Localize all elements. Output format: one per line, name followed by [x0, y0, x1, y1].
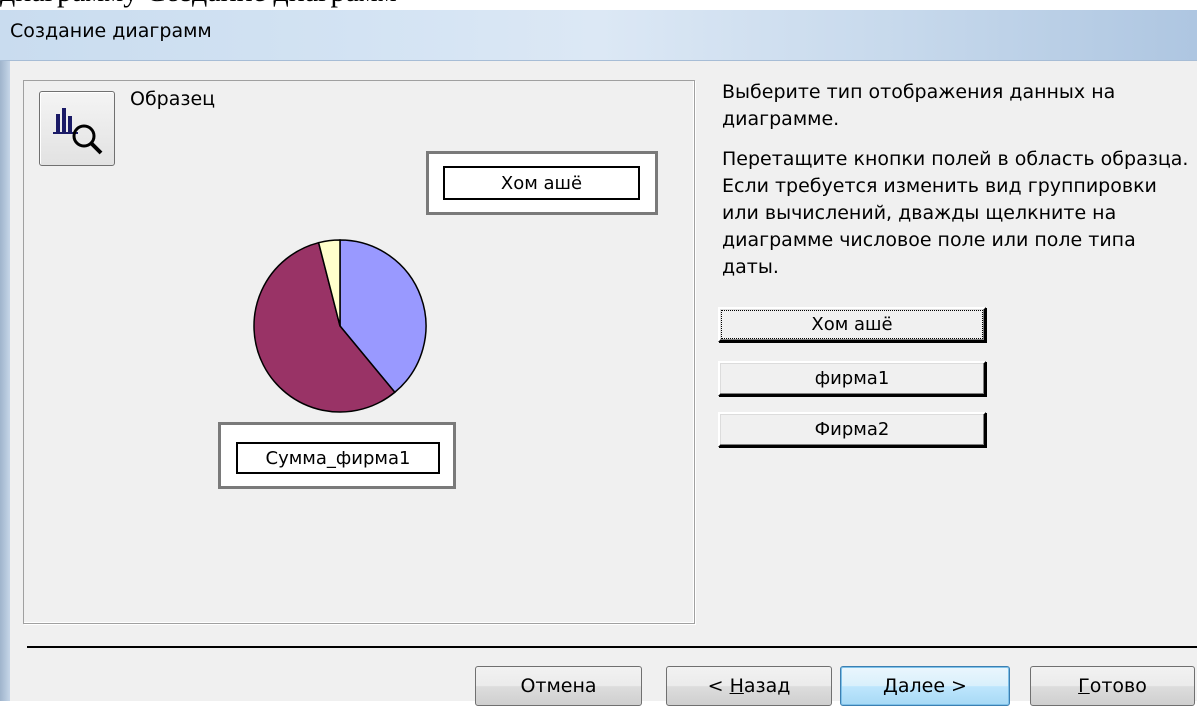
pie-chart-sample [253, 239, 427, 413]
back-label: < Назад [708, 675, 791, 697]
back-label-rest: азад [743, 675, 791, 697]
next-button[interactable]: Далее > [840, 666, 1010, 706]
next-label-rest: алее > [897, 675, 967, 697]
cancel-label: Отмена [520, 675, 597, 697]
background-document-text: диаграмму Создание диаграмм [0, 0, 1197, 10]
field-button-firma1[interactable]: фирма1 [718, 361, 986, 396]
field-button-firma2[interactable]: Фирма2 [718, 412, 986, 447]
next-accelerator: Д [883, 675, 898, 697]
title-bar: Создание диаграмм [0, 10, 1197, 61]
instruction-text-1: Выберите тип отображения данных на диагр… [722, 81, 1116, 130]
finish-label-rest: отово [1089, 675, 1147, 697]
back-prefix: < [707, 675, 730, 697]
data-field-chip[interactable]: Сумма_фирма1 [236, 442, 440, 474]
instruction-text-2: Перетащите кнопки полей в область образц… [722, 148, 1189, 278]
series-field-chip[interactable]: Хом ашё [443, 166, 640, 200]
data-drop-zone[interactable]: Сумма_фирма1 [218, 422, 456, 489]
chart-preview-icon [53, 108, 103, 155]
finish-button[interactable]: Готово [1030, 666, 1195, 706]
finish-accelerator: Г [1078, 675, 1090, 697]
next-label: Далее > [883, 675, 967, 697]
window-title: Создание диаграмм [10, 20, 212, 42]
finish-label: Готово [1078, 675, 1147, 697]
window-left-border [0, 61, 10, 701]
series-drop-zone[interactable]: Хом ашё [426, 151, 658, 215]
field-button-hom-ashe[interactable]: Хом ашё [718, 307, 986, 342]
back-accelerator: Н [729, 675, 744, 697]
sample-label: Образец [130, 88, 216, 110]
back-button[interactable]: < Назад [666, 666, 832, 706]
preview-chart-button[interactable] [39, 91, 115, 166]
separator-line [27, 646, 1197, 648]
cancel-button[interactable]: Отмена [475, 666, 642, 706]
